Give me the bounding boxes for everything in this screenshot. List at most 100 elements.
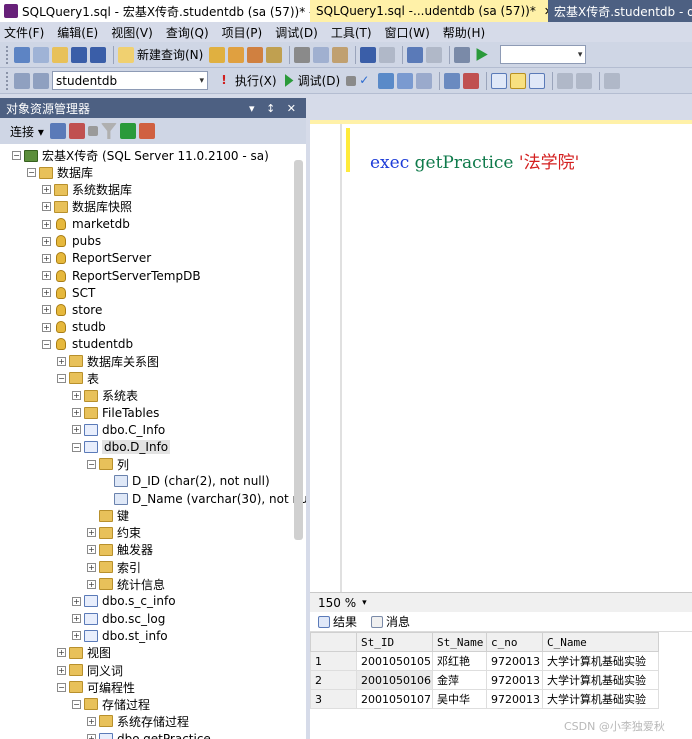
activity-monitor-icon[interactable] bbox=[138, 123, 155, 139]
analysis-query-icon[interactable] bbox=[228, 46, 245, 63]
table-cell[interactable]: 吴中华 bbox=[432, 689, 487, 709]
collapse-icon[interactable]: − bbox=[57, 682, 66, 692]
tree-node[interactable]: + 系统表 bbox=[72, 387, 138, 404]
tree-node[interactable]: − 表 bbox=[57, 370, 99, 387]
db-engine-query-icon[interactable] bbox=[209, 46, 226, 63]
new-project-icon[interactable] bbox=[14, 46, 30, 63]
expand-icon[interactable]: + bbox=[57, 356, 66, 366]
expand-icon[interactable]: + bbox=[87, 579, 96, 589]
query-designer-icon[interactable] bbox=[397, 72, 414, 89]
tab-results[interactable]: 结果 bbox=[318, 613, 357, 630]
expand-icon[interactable]: + bbox=[87, 716, 96, 726]
zoom-dropdown[interactable]: 150 % ▾ bbox=[318, 594, 367, 611]
tab-sqlquery1[interactable]: SQLQuery1.sql -...udentdb (sa (57))* ✕ bbox=[310, 0, 548, 22]
tree-node[interactable]: + ReportServerTempDB bbox=[42, 267, 201, 284]
table-row[interactable]: 3 2001050107 吴中华 9720013 大学计算机基础实验 bbox=[310, 689, 659, 709]
collapse-icon[interactable]: − bbox=[27, 168, 36, 178]
execute-button[interactable]: 执行(X) bbox=[235, 72, 277, 89]
menu-project[interactable]: 项目(P) bbox=[222, 24, 263, 41]
row-number[interactable]: 2 bbox=[310, 670, 357, 690]
include-plan-icon[interactable] bbox=[463, 72, 480, 89]
tree-node[interactable]: + dbo.sc_log bbox=[72, 610, 165, 627]
tree-node[interactable]: D_Name (varchar(30), not nu bbox=[102, 490, 306, 507]
table-cell[interactable]: 9720013 bbox=[486, 670, 543, 690]
paste-icon[interactable] bbox=[332, 46, 349, 63]
expand-icon[interactable]: + bbox=[72, 631, 81, 641]
menu-edit[interactable]: 编辑(E) bbox=[57, 24, 98, 41]
solution-explorer-icon[interactable] bbox=[426, 46, 443, 63]
column-header[interactable]: St_Name bbox=[432, 632, 487, 652]
copy-icon[interactable] bbox=[313, 46, 330, 63]
tree-node[interactable]: 键 bbox=[87, 507, 129, 524]
add-item-icon[interactable] bbox=[33, 46, 49, 63]
table-row[interactable]: 1 2001050105 邓红艳 9720013 大学计算机基础实验 bbox=[310, 651, 659, 671]
tree-node[interactable]: + 统计信息 bbox=[87, 576, 165, 593]
menu-file[interactable]: 文件(F) bbox=[4, 24, 44, 41]
tree-node[interactable]: + 触发器 bbox=[87, 541, 153, 558]
table-cell[interactable]: 9720013 bbox=[486, 651, 543, 671]
expand-icon[interactable]: + bbox=[72, 391, 81, 401]
expand-icon[interactable]: + bbox=[87, 545, 96, 555]
debug-button[interactable]: 调试(D) bbox=[298, 72, 341, 89]
tree-node[interactable]: + 数据库关系图 bbox=[57, 353, 159, 370]
new-query-icon[interactable] bbox=[118, 46, 134, 63]
tree-node[interactable]: + ReportServer bbox=[42, 250, 151, 267]
expand-icon[interactable]: + bbox=[72, 614, 81, 624]
pane-controls[interactable]: ▾ ↕ ✕ bbox=[249, 102, 300, 115]
row-number[interactable]: 1 bbox=[310, 651, 357, 671]
tree-node[interactable]: + dbo.s_c_info bbox=[72, 593, 176, 610]
tree-node[interactable]: + 系统存储过程 bbox=[87, 713, 189, 730]
undo-icon[interactable] bbox=[360, 46, 377, 63]
expand-icon[interactable]: + bbox=[42, 271, 51, 281]
tree-node[interactable]: + pubs bbox=[42, 233, 101, 250]
tree-node[interactable]: − 可编程性 bbox=[57, 679, 135, 696]
expand-icon[interactable]: + bbox=[72, 425, 81, 435]
expand-icon[interactable]: + bbox=[57, 665, 66, 675]
filter-icon[interactable] bbox=[100, 123, 117, 139]
database-dropdown[interactable]: studentdb ▾ bbox=[52, 71, 208, 90]
display-plan-icon[interactable] bbox=[378, 72, 395, 89]
table-cell[interactable]: 2001050105 bbox=[356, 651, 433, 671]
expand-icon[interactable]: + bbox=[42, 236, 51, 246]
report-icon[interactable] bbox=[454, 46, 471, 63]
table-row[interactable]: 2 2001050106 金萍 9720013 大学计算机基础实验 bbox=[310, 670, 659, 690]
expand-icon[interactable]: + bbox=[42, 288, 51, 298]
tree-node[interactable]: + 系统数据库 bbox=[42, 181, 132, 198]
menu-window[interactable]: 窗口(W) bbox=[385, 24, 430, 41]
new-query-button[interactable]: 新建查询(N) bbox=[137, 46, 203, 63]
tree-scrollbar[interactable] bbox=[294, 160, 303, 540]
change-connection-icon[interactable] bbox=[33, 72, 49, 89]
navigate-icon[interactable] bbox=[407, 46, 424, 63]
uncomment-icon[interactable] bbox=[576, 72, 593, 89]
mdx-query-icon[interactable] bbox=[247, 46, 264, 63]
expand-icon[interactable]: + bbox=[42, 219, 51, 229]
disconnect-icon[interactable] bbox=[68, 123, 85, 139]
tree-node[interactable]: − studentdb bbox=[42, 336, 133, 353]
menu-view[interactable]: 视图(V) bbox=[111, 24, 153, 41]
toolbar-grip[interactable] bbox=[6, 45, 10, 64]
specify-values-icon[interactable] bbox=[416, 72, 433, 89]
menu-help[interactable]: 帮助(H) bbox=[443, 24, 485, 41]
expand-icon[interactable]: + bbox=[87, 528, 96, 538]
intellisense-icon[interactable] bbox=[444, 72, 461, 89]
tree-node[interactable]: + dbo.getPractice bbox=[87, 730, 211, 739]
menu-tools[interactable]: 工具(T) bbox=[331, 24, 372, 41]
expand-icon[interactable]: + bbox=[42, 322, 51, 332]
table-cell[interactable]: 大学计算机基础实验 bbox=[542, 670, 659, 690]
cut-icon[interactable] bbox=[294, 46, 311, 63]
tree-node[interactable]: + dbo.st_info bbox=[72, 627, 168, 644]
comment-icon[interactable] bbox=[557, 72, 574, 89]
tree-node[interactable]: + 数据库快照 bbox=[42, 198, 132, 215]
row-number[interactable]: 3 bbox=[310, 689, 357, 709]
collapse-icon[interactable]: − bbox=[72, 442, 81, 452]
parse-check-icon[interactable]: ✓ bbox=[359, 73, 375, 89]
expand-icon[interactable]: + bbox=[42, 202, 51, 212]
table-cell[interactable]: 大学计算机基础实验 bbox=[542, 651, 659, 671]
collapse-icon[interactable]: − bbox=[12, 151, 21, 160]
expand-icon[interactable]: + bbox=[72, 408, 81, 418]
tree-node[interactable]: − dbo.D_Info bbox=[72, 439, 171, 456]
collapse-icon[interactable]: − bbox=[87, 459, 96, 469]
xmla-query-icon[interactable] bbox=[266, 46, 283, 63]
expand-icon[interactable]: + bbox=[42, 253, 51, 263]
tab-messages[interactable]: 消息 bbox=[371, 613, 410, 630]
